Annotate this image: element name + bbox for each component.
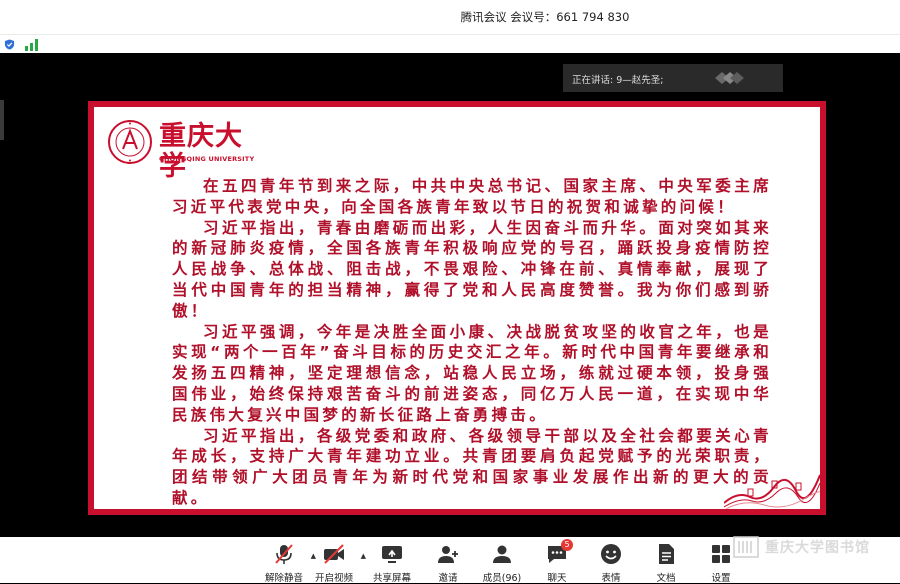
members-icon [493,545,511,563]
shield-icon[interactable] [4,39,15,50]
chat-unread-badge: 5 [561,539,573,551]
paragraph: 习近平强调，今年是决胜全面小康、决战脱贫攻坚的收官之年，也是实现“两个一百年”奋… [172,322,772,424]
watermark-text: 重庆大学图书馆 [765,540,870,556]
share-screen-icon [382,546,402,563]
window-title: 腾讯会议 会议号：661 794 830 [460,10,630,24]
university-name-en: CHONGQING UNIVERSITY [159,155,255,163]
speaking-indicator: 正在讲话: 9—赵先圣; [563,64,783,92]
library-watermark: 重庆大学图书馆 [733,536,893,558]
university-seal-icon [108,120,152,164]
microphone-muted-icon [275,544,293,564]
members-button[interactable]: 成员(96) [474,542,530,584]
status-bar [0,34,900,53]
chat-label: 聊天 [547,573,567,584]
unmute-label: 解除静音 [264,573,303,584]
side-panel-handle[interactable] [0,100,4,140]
speaking-label: 正在讲话: 9—赵先圣; [572,75,664,86]
reactions-label: 表情 [601,573,621,584]
document-icon [659,544,674,564]
great-wall-decoration-icon [724,474,820,509]
invite-button[interactable]: 邀请 [420,542,476,584]
add-user-icon [438,546,458,563]
share-screen-label: 共享屏幕 [372,573,411,584]
reactions-button[interactable]: 表情 [583,542,639,584]
documents-button[interactable]: 文档 [638,542,694,584]
chat-button[interactable]: 5 聊天 [529,539,585,584]
slide-content: 重庆大学 CHONGQING UNIVERSITY 在五四青年节到来之际，中共中… [94,107,820,509]
university-name-cn: 重庆大学 [159,121,243,182]
start-video-button[interactable]: ▲ 开启视频 [306,542,366,584]
grid-settings-icon [712,545,730,563]
camera-off-icon [324,544,344,564]
paragraph: 在五四青年节到来之际，中共中央总书记、国家主席、中央军委主席习近平代表党中央，向… [172,177,772,216]
library-logo-icon [733,536,759,558]
paragraph: 习近平指出，青春由磨砺而出彩，人生因奋斗而升华。面对突如其来的新冠肺炎疫情，全国… [172,218,772,320]
invite-label: 邀请 [438,573,458,584]
unmute-button[interactable]: ▲ 解除静音 [256,542,316,584]
signal-icon[interactable] [25,39,39,51]
documents-label: 文档 [656,573,676,584]
blurred-avatar [715,72,744,84]
smiley-icon [601,544,621,564]
university-logo: 重庆大学 CHONGQING UNIVERSITY [107,119,257,182]
share-screen-button[interactable]: 共享屏幕 [364,542,420,584]
settings-label: 设置 [711,573,731,584]
window-titlebar: 腾讯会议 会议号：661 794 830 [0,0,900,34]
shared-slide: 重庆大学 CHONGQING UNIVERSITY 在五四青年节到来之际，中共中… [88,101,826,515]
slide-body-text: 在五四青年节到来之际，中共中央总书记、国家主席、中央军委主席习近平代表党中央，向… [172,176,772,509]
paragraph: 习近平指出，各级党委和政府、各级领导干部以及全社会都要关心青年成长，支持广大青年… [172,426,772,507]
start-video-label: 开启视频 [314,573,353,584]
members-label: 成员(96) [482,573,522,584]
